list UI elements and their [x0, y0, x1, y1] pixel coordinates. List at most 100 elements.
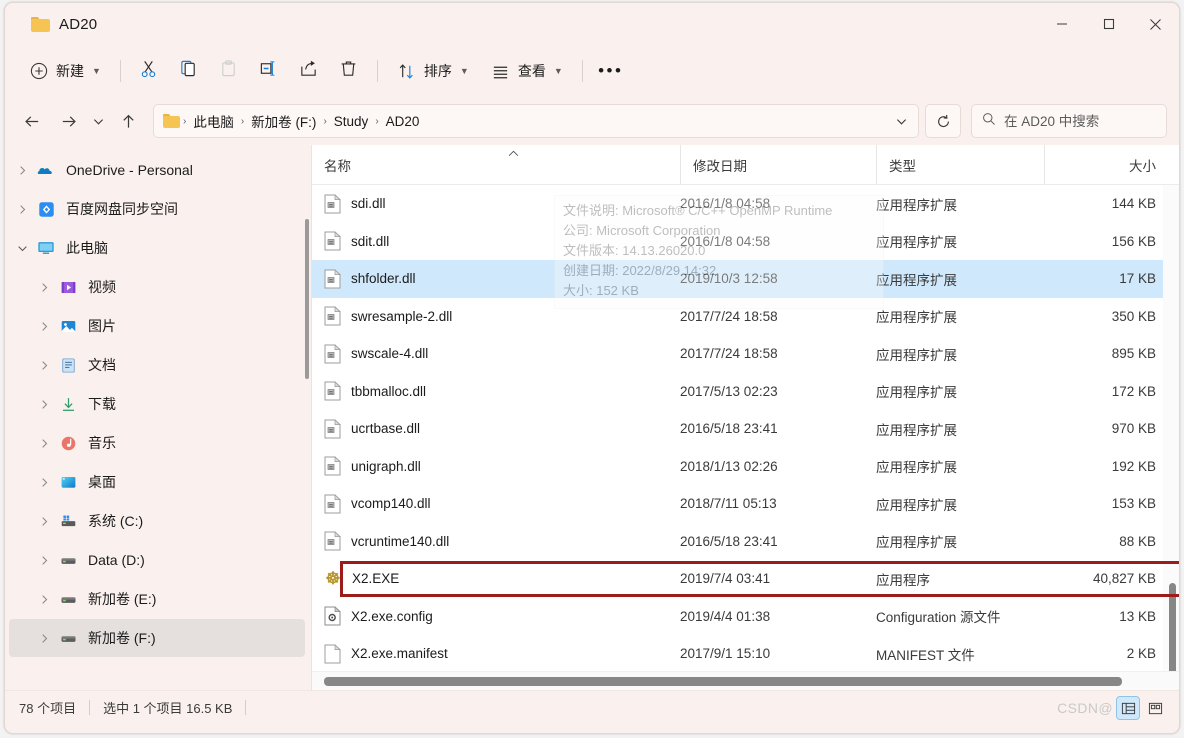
chevron-right-icon[interactable] — [31, 594, 57, 605]
sidebar-scrollbar[interactable] — [305, 219, 309, 379]
close-button[interactable] — [1132, 3, 1179, 45]
address-bar-row: › 此电脑 › 新加卷 (F:) › Study › AD20 — [5, 97, 1179, 145]
search-input[interactable] — [1004, 113, 1156, 129]
large-icons-view-button[interactable] — [1143, 696, 1167, 720]
column-header-size[interactable]: 大小 — [1044, 145, 1170, 185]
table-row[interactable]: ☸ X2.EXE 2019/7/4 03:41 应用程序 40,827 KB — [312, 560, 1179, 598]
navigation-pane[interactable]: OneDrive - Personal 百度网盘同步空间 此电脑 视频 图片 文档 下载 音乐… — [5, 145, 311, 690]
chevron-right-icon[interactable] — [9, 204, 35, 215]
more-options-button[interactable]: ••• — [592, 54, 630, 88]
cell-date: 2017/5/13 02:23 — [680, 383, 778, 399]
breadcrumb-segment-0[interactable]: 此电脑 — [187, 108, 240, 134]
view-button[interactable]: 查看 ▼ — [481, 54, 573, 88]
rename-icon — [259, 59, 278, 83]
table-row[interactable]: X2.exe.config 2019/4/4 01:38 Configuration… — [312, 598, 1179, 636]
sidebar-item-5[interactable]: 文档 — [9, 346, 305, 384]
folder-tab[interactable]: AD20 — [21, 7, 111, 41]
cell-size: 156 KB — [1111, 233, 1156, 249]
chevron-right-icon[interactable] — [31, 516, 57, 527]
vertical-scrollbar[interactable] — [1163, 185, 1179, 671]
sidebar-item-0[interactable]: OneDrive - Personal — [9, 151, 305, 189]
details-view-button[interactable] — [1116, 696, 1140, 720]
table-row[interactable]: sdit.dll 2016/1/8 04:58 应用程序扩展 156 KB — [312, 223, 1179, 261]
vertical-scrollbar-thumb[interactable] — [1169, 583, 1176, 671]
sidebar-item-9[interactable]: 系统 (C:) — [9, 502, 305, 540]
column-header-date[interactable]: 修改日期 — [680, 145, 876, 185]
sort-button[interactable]: 排序 ▼ — [387, 54, 479, 88]
column-header-type[interactable]: 类型 — [876, 145, 1044, 185]
breadcrumb-dropdown-icon[interactable] — [890, 108, 912, 134]
cell-type: 应用程序扩展 — [876, 347, 957, 363]
table-row[interactable]: sdi.dll 2016/1/8 04:58 应用程序扩展 144 KB — [312, 185, 1179, 223]
cell-date: 2017/7/24 18:58 — [680, 346, 778, 362]
chevron-right-icon[interactable] — [31, 555, 57, 566]
window-title: AD20 — [59, 15, 98, 33]
sidebar-item-7[interactable]: 音乐 — [9, 424, 305, 462]
maximize-button[interactable] — [1085, 3, 1132, 45]
cell-size: 350 KB — [1111, 308, 1156, 324]
table-row[interactable]: vcomp140.dll 2018/7/11 05:13 应用程序扩展 153 KB — [312, 485, 1179, 523]
minimize-button[interactable] — [1038, 3, 1085, 45]
forward-button[interactable] — [51, 105, 85, 137]
table-row[interactable]: tbbmalloc.dll 2017/5/13 02:23 应用程序扩展 172 KB — [312, 373, 1179, 411]
table-row[interactable]: vcruntime140.dll 2016/5/18 23:41 应用程序扩展 88 … — [312, 523, 1179, 561]
chevron-right-icon[interactable] — [31, 321, 57, 332]
breadcrumb[interactable]: › 此电脑 › 新加卷 (F:) › Study › AD20 — [153, 104, 919, 138]
sidebar-item-2[interactable]: 此电脑 — [9, 229, 305, 267]
cut-button[interactable] — [130, 54, 168, 88]
table-row[interactable]: swscale-4.dll 2017/7/24 18:58 应用程序扩展 895 KB — [312, 335, 1179, 373]
share-button[interactable] — [290, 54, 328, 88]
paste-icon — [219, 59, 238, 83]
delete-button[interactable] — [330, 54, 368, 88]
column-header-name[interactable]: 名称 — [312, 145, 680, 185]
file-name-label: swscale-4.dll — [351, 346, 429, 362]
sidebar-item-12[interactable]: 新加卷 (F:) — [9, 619, 305, 657]
rename-button[interactable] — [250, 54, 288, 88]
table-row[interactable]: shfolder.dll 2019/10/3 12:58 应用程序扩展 17 KB — [312, 260, 1179, 298]
sidebar-item-6[interactable]: 下载 — [9, 385, 305, 423]
chevron-right-icon[interactable] — [31, 399, 57, 410]
breadcrumb-segment-1[interactable]: 新加卷 (F:) — [245, 108, 322, 134]
recent-locations-button[interactable] — [87, 105, 109, 137]
horizontal-scrollbar-thumb[interactable] — [324, 677, 1122, 686]
breadcrumb-segment-2[interactable]: Study — [328, 111, 375, 132]
horizontal-scrollbar[interactable] — [312, 671, 1179, 690]
table-row[interactable]: swresample-2.dll 2017/7/24 18:58 应用程序扩展 350… — [312, 298, 1179, 336]
chevron-right-icon[interactable] — [31, 282, 57, 293]
table-row[interactable]: X2.exe.manifest 2017/9/1 15:10 MANIFEST 文件… — [312, 635, 1179, 671]
sidebar-item-8[interactable]: 桌面 — [9, 463, 305, 501]
chevron-right-icon[interactable] — [31, 633, 57, 644]
search-box[interactable] — [971, 104, 1167, 138]
column-header-size-label: 大小 — [1129, 158, 1156, 174]
copy-button[interactable] — [170, 54, 208, 88]
dll-file-icon — [324, 343, 341, 364]
chevron-right-icon[interactable] — [31, 360, 57, 371]
sidebar-item-10[interactable]: Data (D:) — [9, 541, 305, 579]
plus-circle-icon — [29, 61, 49, 81]
cell-size: 153 KB — [1111, 496, 1156, 512]
back-button[interactable] — [15, 105, 49, 137]
chevron-down-icon[interactable] — [9, 243, 35, 254]
cell-name: sdit.dll — [312, 231, 680, 251]
downloads-icon — [57, 396, 79, 413]
sidebar-item-11[interactable]: 新加卷 (E:) — [9, 580, 305, 618]
sidebar-item-1[interactable]: 百度网盘同步空间 — [9, 190, 305, 228]
file-name-label: ucrtbase.dll — [351, 421, 421, 437]
drive-icon — [57, 552, 79, 569]
refresh-button[interactable] — [925, 104, 961, 138]
table-row[interactable]: unigraph.dll 2018/1/13 02:26 应用程序扩展 192 KB — [312, 448, 1179, 486]
cell-date: 2016/1/8 04:58 — [680, 233, 771, 249]
sidebar-item-4[interactable]: 图片 — [9, 307, 305, 345]
chevron-right-icon[interactable] — [9, 165, 35, 176]
sidebar-item-3[interactable]: 视频 — [9, 268, 305, 306]
table-row[interactable]: ucrtbase.dll 2016/5/18 23:41 应用程序扩展 970 KB — [312, 410, 1179, 448]
this-pc-icon — [35, 239, 57, 257]
new-button[interactable]: 新建 ▼ — [19, 54, 111, 88]
paste-button[interactable] — [210, 54, 248, 88]
breadcrumb-segment-3[interactable]: AD20 — [380, 111, 426, 132]
view-button-label: 查看 — [517, 63, 546, 79]
chevron-right-icon[interactable] — [31, 438, 57, 449]
file-rows-container[interactable]: sdi.dll 2016/1/8 04:58 应用程序扩展 144 KB sdit.dl… — [312, 185, 1179, 671]
up-button[interactable] — [111, 105, 145, 137]
chevron-right-icon[interactable] — [31, 477, 57, 488]
